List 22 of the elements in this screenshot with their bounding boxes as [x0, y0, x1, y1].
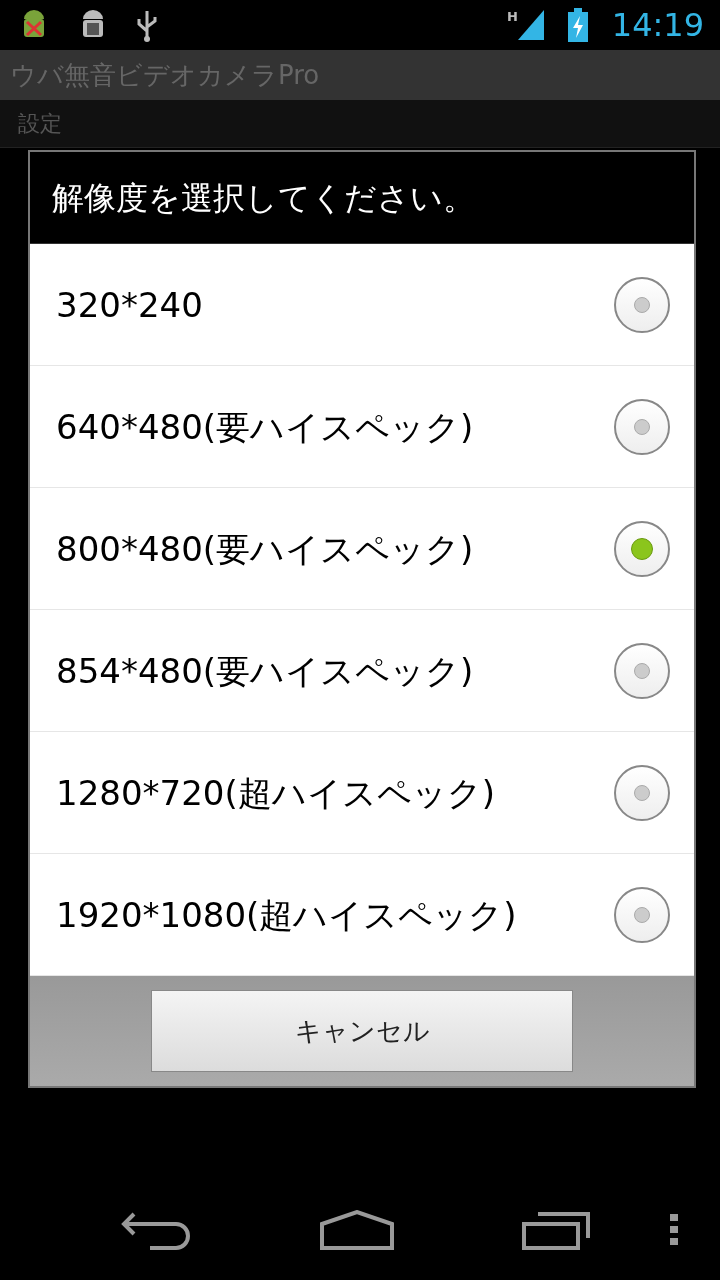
radio-button[interactable] [614, 520, 670, 577]
radio-button[interactable] [614, 276, 670, 333]
network-type: H [506, 10, 518, 23]
resolution-option[interactable]: 1280*720(超ハイスペック) [30, 732, 694, 854]
clock: 14:19 [611, 9, 704, 41]
resolution-option[interactable]: 854*480(要ハイスペック) [30, 610, 694, 732]
radio-button[interactable] [614, 398, 670, 455]
radio-button[interactable] [614, 764, 670, 821]
battery-charging-icon [567, 8, 588, 42]
menu-icon[interactable] [670, 1214, 678, 1246]
dialog-title: 解像度を選択してください。 [52, 177, 475, 219]
resolution-option[interactable]: 800*480(要ハイスペック) [30, 488, 694, 610]
radio-button[interactable] [614, 642, 670, 699]
back-icon[interactable] [120, 1210, 190, 1250]
recent-apps-icon[interactable] [522, 1210, 592, 1250]
signal-icon [517, 10, 544, 40]
resolution-option[interactable]: 320*240 [30, 244, 694, 366]
home-icon[interactable] [320, 1210, 394, 1250]
radio-button[interactable] [614, 886, 670, 943]
category-header: 設定 [18, 110, 62, 138]
cancel-button[interactable]: キャンセル [151, 990, 573, 1072]
resolution-option[interactable]: 640*480(要ハイスペック) [30, 366, 694, 488]
